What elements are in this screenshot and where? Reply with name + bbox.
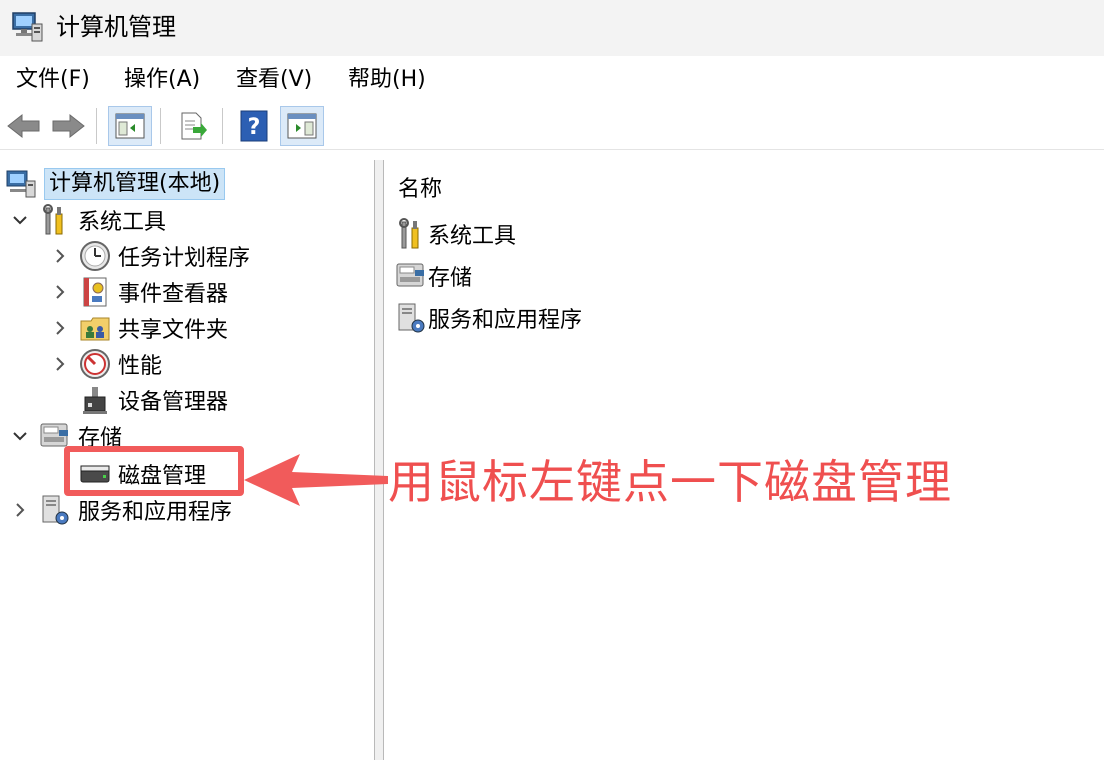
list-item-label[interactable]: 系统工具 <box>428 218 516 250</box>
device-manager-icon <box>78 383 112 417</box>
tree-item-label[interactable]: 共享文件夹 <box>118 312 228 344</box>
tree-item-system-tools[interactable]: 系统工具 <box>8 202 166 238</box>
performance-icon <box>78 347 112 381</box>
chevron-down-icon[interactable] <box>8 208 32 232</box>
show-hide-action-pane-icon[interactable] <box>280 106 324 146</box>
menu-help[interactable]: 帮助(H) <box>344 64 430 96</box>
tree-item-device-manager[interactable]: 设备管理器 <box>78 382 228 418</box>
list-item-system-tools[interactable]: 系统工具 <box>394 216 516 252</box>
help-icon[interactable]: ? <box>232 106 276 146</box>
list-item-label[interactable]: 存储 <box>428 260 472 292</box>
event-viewer-icon <box>78 275 112 309</box>
annotation-arrow <box>244 454 388 506</box>
toolbar: ? <box>0 102 1104 150</box>
tree-item-event-viewer[interactable]: 事件查看器 <box>48 274 228 310</box>
tree-item-label[interactable]: 设备管理器 <box>118 384 228 416</box>
export-list-icon[interactable] <box>170 106 214 146</box>
chevron-right-icon[interactable] <box>48 316 72 340</box>
column-header-name[interactable]: 名称 <box>398 174 442 206</box>
show-hide-console-tree-icon[interactable] <box>108 106 152 146</box>
window-title: 计算机管理 <box>56 13 176 41</box>
tree-item-performance[interactable]: 性能 <box>48 346 162 382</box>
chevron-right-icon[interactable] <box>48 280 72 304</box>
tools-icon <box>38 203 72 237</box>
shared-folder-icon <box>78 311 112 345</box>
tree-item-label[interactable]: 服务和应用程序 <box>78 494 232 526</box>
tools-icon <box>394 217 428 251</box>
svg-text:?: ? <box>248 115 261 140</box>
chevron-right-icon[interactable] <box>48 244 72 268</box>
tree-root[interactable]: 计算机管理(本地) <box>4 166 226 202</box>
chevron-down-icon[interactable] <box>8 424 32 448</box>
chevron-right-icon[interactable] <box>48 352 72 376</box>
services-icon <box>38 493 72 527</box>
tree-item-task-scheduler[interactable]: 任务计划程序 <box>48 238 250 274</box>
tree-item-label[interactable]: 系统工具 <box>78 204 166 236</box>
annotation-text: 用鼠标左键点一下磁盘管理 <box>388 455 952 509</box>
services-icon <box>394 301 428 335</box>
menu-view[interactable]: 查看(V) <box>232 64 316 96</box>
list-item-storage[interactable]: 存储 <box>394 258 472 294</box>
tree-root-label[interactable]: 计算机管理(本地) <box>44 168 226 200</box>
menu-action[interactable]: 操作(A) <box>120 64 204 96</box>
list-item-label[interactable]: 服务和应用程序 <box>428 302 582 334</box>
computer-management-icon <box>10 10 44 44</box>
tree-item-services-and-applications[interactable]: 服务和应用程序 <box>8 492 232 528</box>
title-bar: 计算机管理 <box>0 0 1104 56</box>
list-item-services-and-applications[interactable]: 服务和应用程序 <box>394 300 582 336</box>
computer-management-icon <box>4 167 38 201</box>
tree-item-label[interactable]: 任务计划程序 <box>118 240 250 272</box>
clock-icon <box>78 239 112 273</box>
forward-icon[interactable] <box>46 106 90 146</box>
tree-item-label[interactable]: 事件查看器 <box>118 276 228 308</box>
tree-item-label[interactable]: 性能 <box>118 348 162 380</box>
back-icon[interactable] <box>2 106 46 146</box>
tree-item-shared-folders[interactable]: 共享文件夹 <box>48 310 228 346</box>
menu-file[interactable]: 文件(F) <box>12 64 94 96</box>
storage-icon <box>394 259 428 293</box>
menu-bar: 文件(F) 操作(A) 查看(V) 帮助(H) <box>0 56 1104 102</box>
annotation-highlight-box <box>64 446 244 496</box>
chevron-right-icon[interactable] <box>8 498 32 522</box>
